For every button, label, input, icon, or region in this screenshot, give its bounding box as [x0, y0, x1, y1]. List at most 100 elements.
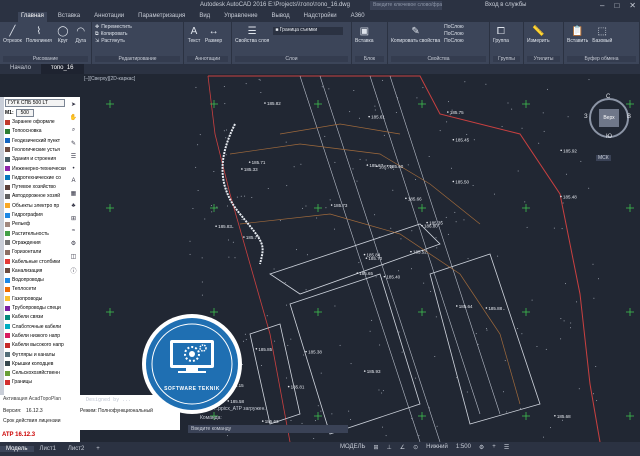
layer-item[interactable]: Водопроводы: [5, 277, 44, 283]
scale-selector[interactable]: 1:500: [456, 444, 471, 451]
command-input[interactable]: Введите команду: [188, 425, 348, 433]
tab-a360[interactable]: A360: [348, 12, 368, 22]
search-input[interactable]: Введите ключевое слово/фразу: [370, 1, 442, 10]
layer-item[interactable]: Ограждения: [5, 240, 41, 246]
layer-item[interactable]: Объекты электро пр: [5, 203, 59, 209]
match-properties-tool[interactable]: ✎ Копировать свойства: [391, 24, 440, 45]
panel-label[interactable]: Буфер обмена: [567, 56, 636, 62]
layer-item[interactable]: Здания и строения: [5, 156, 56, 162]
layer-item[interactable]: Слаботочные кабели: [5, 324, 61, 330]
layer-item[interactable]: Топоосновка: [5, 128, 42, 134]
tab-start[interactable]: Начало: [0, 64, 41, 74]
color-dropdown[interactable]: ПоСлою: [444, 24, 464, 30]
measure-tool[interactable]: 📏 Измерить: [527, 24, 550, 45]
lineweight-dropdown[interactable]: ПоСлою: [444, 38, 464, 44]
tree-icon[interactable]: ♣: [72, 203, 76, 209]
layer-item[interactable]: Кабели высокого напр: [5, 342, 64, 348]
layer-item[interactable]: Канализация: [5, 268, 42, 274]
tab-drawing[interactable]: топо_16: [40, 64, 84, 74]
layer-item[interactable]: Геологические устья: [5, 147, 60, 153]
customize-menu-icon[interactable]: ☰: [504, 444, 509, 451]
tab-insert[interactable]: Вставка: [55, 12, 83, 22]
standard-dropdown[interactable]: ГУГК СПБ 500 LT: [5, 99, 65, 107]
insert-tool[interactable]: ▣ Вставка: [355, 24, 374, 45]
polar-toggle-icon[interactable]: ∠: [400, 444, 405, 451]
osnap-toggle-icon[interactable]: ⊙: [413, 444, 418, 451]
copy-tool[interactable]: ⧉ Копировать: [95, 31, 180, 37]
viewcube-face[interactable]: Верх: [599, 109, 619, 127]
layer-item[interactable]: Кабели низкого напр: [5, 333, 60, 339]
viewport-label[interactable]: [–][Сверху][2D-каркас]: [84, 76, 135, 82]
tab-annotate[interactable]: Аннотации: [91, 12, 127, 22]
atp-version-badge[interactable]: ATP 16.12.3: [0, 430, 80, 442]
search-icon[interactable]: ⌕: [72, 127, 75, 134]
wave-icon[interactable]: ≈: [72, 228, 75, 234]
tab-home[interactable]: Главная: [18, 12, 47, 22]
base-tool[interactable]: ⬚ Базовый: [592, 24, 612, 45]
panel-label[interactable]: Аннотации: [187, 56, 228, 62]
layer-item[interactable]: Границы: [5, 379, 32, 385]
tab-manage[interactable]: Управление: [221, 12, 260, 22]
layer-item[interactable]: Сельскохозяйственн: [5, 370, 60, 376]
circle-tool[interactable]: ◯ Круг: [56, 24, 70, 45]
hand-icon[interactable]: ✋: [70, 114, 77, 121]
layer-item[interactable]: Гидротехнические со: [5, 175, 61, 181]
layer-item[interactable]: Заранее оформле: [5, 119, 55, 125]
info-icon[interactable]: ⓘ: [70, 266, 76, 275]
drawing-canvas[interactable]: 185.40185.33185.70185.15186.80185.38185.…: [0, 74, 640, 443]
list-icon[interactable]: ☰: [71, 153, 76, 160]
tab-view[interactable]: Вид: [196, 12, 213, 22]
panel-label[interactable]: Свойства: [391, 56, 486, 62]
tab-addins[interactable]: Надстройки: [301, 12, 340, 22]
annotation-scale-label[interactable]: Нижний: [426, 444, 448, 451]
layer-item[interactable]: Растительность: [5, 231, 49, 237]
arc-tool[interactable]: ◠ Дуга: [74, 24, 88, 45]
add-icon[interactable]: +: [492, 444, 496, 451]
layer-item[interactable]: Автодорожное хозяй: [5, 193, 60, 199]
signin-button[interactable]: Вход в службы: [485, 2, 527, 8]
minimize-button[interactable]: –: [600, 1, 604, 10]
point-icon[interactable]: •: [72, 166, 74, 172]
text-tool[interactable]: A Текст: [187, 24, 201, 45]
panel-label[interactable]: Редактирование: [95, 56, 180, 62]
gear-icon[interactable]: ⚙: [71, 240, 76, 247]
panel-label[interactable]: Утилиты: [527, 56, 560, 62]
layer-item[interactable]: Кабели связи: [5, 314, 43, 320]
layer-properties-tool[interactable]: ☰ Свойства слоя: [235, 24, 269, 45]
close-button[interactable]: ✕: [629, 1, 636, 10]
layer-item[interactable]: Крышки колодцев: [5, 361, 53, 367]
maximize-button[interactable]: □: [614, 1, 619, 10]
polyline-tool[interactable]: ⌇ Полилиния: [26, 24, 52, 45]
layer-item[interactable]: Горизонтали: [5, 249, 41, 255]
tab-parametric[interactable]: Параметризация: [135, 12, 188, 22]
layer-item[interactable]: Газопроводы: [5, 296, 42, 302]
viewcube[interactable]: Верх С Ю З В: [584, 94, 632, 142]
layer-item[interactable]: Инженерно-технически: [5, 166, 66, 172]
dimension-tool[interactable]: ↔ Размер: [205, 24, 222, 45]
panel-label[interactable]: Слои: [235, 56, 348, 62]
layer-item[interactable]: Трубопроводы специ: [5, 305, 61, 311]
layer-item[interactable]: Геодезический пункт: [5, 138, 60, 144]
layer-item[interactable]: Рельеф: [5, 221, 30, 227]
layers-icon[interactable]: ◫: [71, 253, 77, 260]
panel-label[interactable]: Рисование: [3, 56, 88, 62]
add-layout-button[interactable]: +: [90, 446, 106, 452]
paste-tool[interactable]: 📋 Вставить: [567, 24, 588, 45]
tab-layout2[interactable]: Лист2: [62, 446, 90, 452]
wcs-menu[interactable]: МСК: [596, 155, 611, 161]
model-space-toggle[interactable]: МОДЕЛЬ: [340, 444, 365, 451]
layer-item[interactable]: Теплосети: [5, 286, 36, 292]
scale-dropdown[interactable]: 500: [15, 109, 34, 117]
group-tool[interactable]: ⧠ Группа: [493, 24, 509, 45]
linetype-dropdown[interactable]: ПоСлою: [444, 31, 464, 37]
pointer-icon[interactable]: ➤: [71, 101, 76, 108]
tab-model[interactable]: Модель: [0, 446, 34, 452]
layer-item[interactable]: Путевое хозяйство: [5, 184, 56, 190]
layer-dropdown[interactable]: ■ Граница съемки: [273, 27, 344, 35]
line-tool[interactable]: ╱ Отрезок: [3, 24, 22, 45]
fence-icon[interactable]: ⊞: [71, 215, 76, 222]
pen-icon[interactable]: ✎: [71, 140, 76, 147]
text-icon[interactable]: A: [71, 178, 75, 184]
tab-output[interactable]: Вывод: [269, 12, 293, 22]
panel-label[interactable]: Блок: [355, 56, 384, 62]
